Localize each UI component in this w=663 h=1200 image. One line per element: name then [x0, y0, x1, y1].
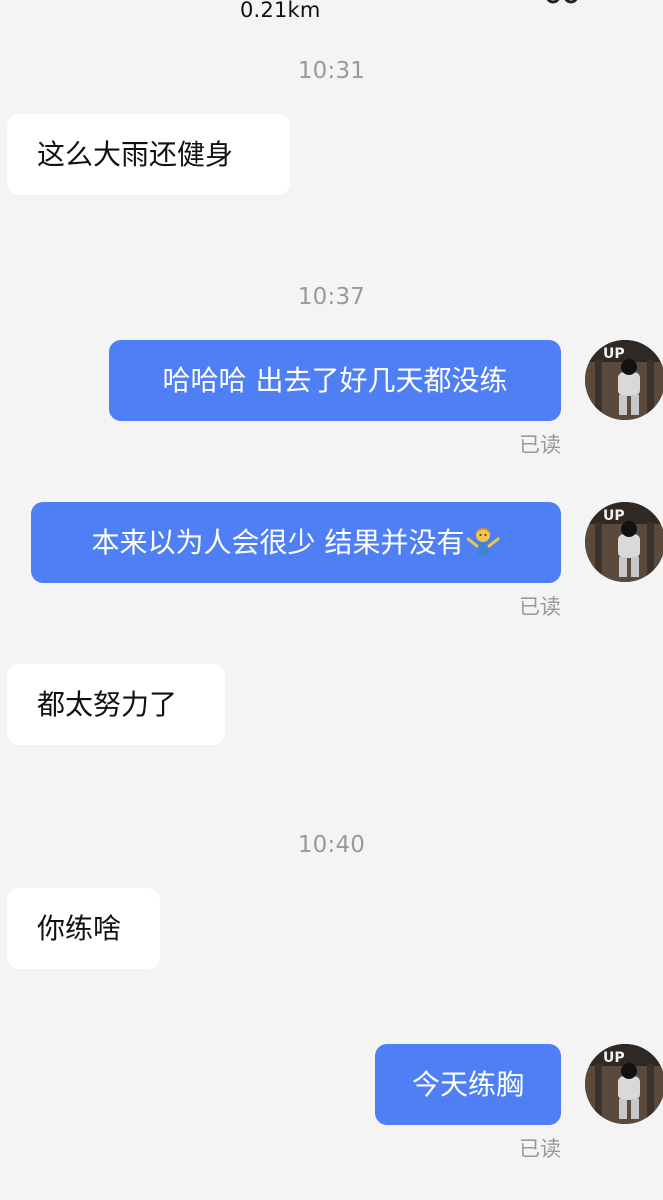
message-text: 今天练胸 [411, 1067, 524, 1101]
read-receipt: 已读 [519, 433, 561, 457]
message-text: 这么大雨还健身 [37, 137, 234, 171]
incoming-message-bubble[interactable]: 这么大雨还健身 [7, 114, 290, 195]
avatar-image: UP [585, 502, 663, 582]
outgoing-message-bubble[interactable]: 今天练胸 [375, 1044, 561, 1125]
avatar-image: UP [585, 1044, 663, 1124]
chat-view: 0.21km 10:31 这么大雨还健身 10:37 哈哈哈 出去了好几天都没练… [0, 0, 663, 1200]
message-text: 都太努力了 [37, 687, 178, 721]
glasses-icon[interactable] [545, 0, 579, 8]
avatar[interactable]: UP [585, 340, 663, 420]
avatar[interactable]: UP [585, 1044, 663, 1124]
message-text: 本来以为人会很少 结果并没有 [91, 525, 465, 559]
incoming-message-bubble[interactable]: 你练啥 [7, 888, 160, 969]
read-receipt: 已读 [519, 1137, 561, 1161]
svg-text:UP: UP [603, 1050, 625, 1066]
outgoing-message-bubble[interactable]: 哈哈哈 出去了好几天都没练 [109, 340, 561, 421]
distance-label: 0.21km [240, 0, 321, 22]
svg-text:UP: UP [603, 346, 625, 362]
read-receipt: 已读 [519, 595, 561, 619]
message-text: 哈哈哈 出去了好几天都没练 [162, 363, 508, 397]
message-timestamp: 10:31 [297, 58, 366, 84]
avatar[interactable]: UP [585, 502, 663, 582]
svg-text:UP: UP [603, 508, 625, 524]
message-text: 你练啥 [37, 911, 122, 945]
outgoing-message-bubble[interactable]: 本来以为人会很少 结果并没有 [31, 502, 561, 583]
incoming-message-bubble[interactable]: 都太努力了 [7, 664, 225, 745]
shrugging-person-emoji [466, 526, 500, 560]
message-timestamp: 10:37 [297, 284, 366, 310]
message-timestamp: 10:40 [297, 832, 366, 858]
avatar-image: UP [585, 340, 663, 420]
